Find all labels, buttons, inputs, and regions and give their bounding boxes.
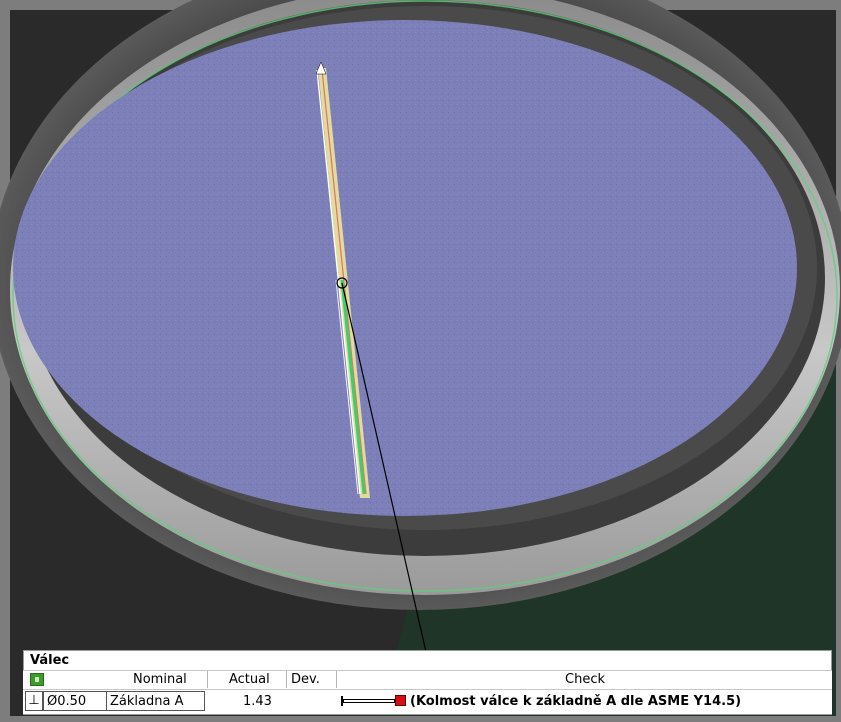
perpendicularity-icon: ⊥ bbox=[25, 691, 43, 711]
datum-reference: Základna A bbox=[110, 694, 184, 709]
header-actual: Actual bbox=[229, 672, 270, 687]
tolerance-value: Ø0.50 bbox=[47, 694, 87, 709]
cylinder-face[interactable] bbox=[13, 20, 797, 516]
panel-title: Válec bbox=[30, 653, 70, 668]
check-description: (Kolmost válce k základně A dle ASME Y14… bbox=[410, 694, 742, 709]
3d-viewport[interactable] bbox=[0, 0, 841, 722]
header-nominal: Nominal bbox=[133, 672, 187, 687]
header-check: Check bbox=[565, 672, 605, 687]
header-dev: Dev. bbox=[291, 672, 320, 687]
status-square-icon bbox=[30, 673, 44, 686]
actual-value: 1.43 bbox=[243, 694, 272, 709]
3d-scene[interactable] bbox=[0, 0, 841, 722]
deviation-bar bbox=[343, 699, 395, 703]
deviation-marker-icon bbox=[395, 695, 406, 706]
